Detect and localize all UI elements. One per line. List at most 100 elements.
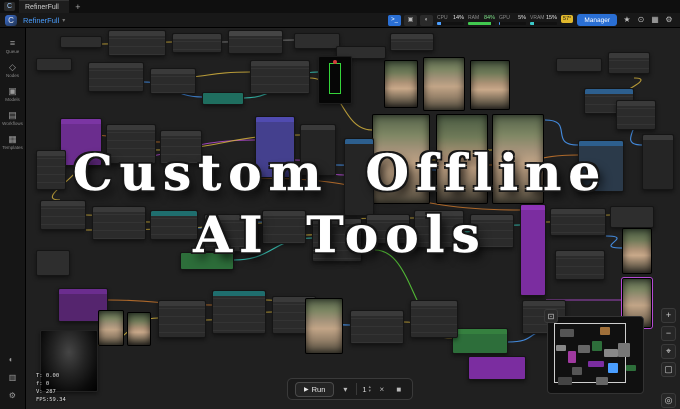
gallery-button[interactable]: ▣ [404, 14, 418, 26]
select-mode-button[interactable]: ▢ [661, 362, 676, 377]
graph-node[interactable] [172, 33, 222, 53]
image-preview-node[interactable] [127, 312, 151, 346]
node-header [256, 117, 294, 122]
sidebar-item-nodes[interactable]: ◇ Nodes [0, 58, 26, 82]
theme-button[interactable]: ◐ [420, 14, 434, 26]
zoom-out-button[interactable]: − [661, 326, 676, 341]
graph-node[interactable] [40, 200, 86, 230]
terminal-button[interactable]: >_ [388, 14, 402, 26]
graph-node[interactable] [344, 138, 374, 216]
graph-node[interactable] [88, 62, 144, 92]
workflow-tab[interactable]: RefinerFull [19, 0, 69, 13]
image-preview-node[interactable] [384, 60, 418, 108]
graph-node[interactable] [610, 206, 654, 228]
image-preview-node[interactable] [470, 60, 510, 110]
minimap[interactable]: ⊡ [544, 309, 644, 394]
image-preview-node[interactable] [436, 114, 488, 204]
manager-button[interactable]: Manager [577, 14, 617, 26]
graph-node[interactable] [212, 290, 266, 334]
graph-node[interactable] [106, 124, 156, 164]
node-header [617, 101, 655, 106]
image-preview-node[interactable] [622, 228, 652, 274]
image-preview-node[interactable] [492, 114, 544, 204]
image-preview-node[interactable] [372, 114, 430, 204]
graph-node[interactable] [202, 92, 244, 105]
node-header [173, 34, 221, 39]
graph-node[interactable] [160, 130, 202, 164]
graph-node[interactable] [204, 214, 258, 252]
toggle-links-button[interactable]: ◎ [661, 393, 676, 408]
run-button[interactable]: ▶ Run [295, 381, 335, 397]
graph-node[interactable] [578, 140, 624, 192]
zoom-in-button[interactable]: + [661, 308, 676, 323]
theme-toggle-icon[interactable]: ◐ [9, 355, 17, 365]
graph-node[interactable] [555, 250, 605, 280]
sidebar-bottom-icons: ◐ ▥ ⚙ [9, 355, 17, 409]
graph-node[interactable] [642, 134, 674, 190]
graph-node[interactable] [36, 150, 66, 190]
graph-node[interactable] [158, 300, 206, 338]
apps-icon[interactable]: ▦ [649, 14, 661, 26]
graph-node[interactable] [312, 218, 362, 262]
sidebar-item-models[interactable]: ▣ Models [0, 82, 26, 106]
image-preview-node[interactable] [98, 310, 124, 346]
image-preview-node[interactable] [305, 298, 343, 354]
pose-preview-node[interactable] [318, 56, 352, 104]
layout-icon[interactable]: ▥ [9, 373, 17, 383]
star-icon[interactable]: ★ [621, 14, 633, 26]
graph-node[interactable] [414, 210, 464, 248]
graph-node[interactable] [300, 124, 336, 176]
graph-node[interactable] [366, 214, 410, 244]
graph-node[interactable] [616, 100, 656, 130]
graph-node[interactable] [250, 60, 310, 94]
user-icon[interactable]: ⊙ [635, 14, 647, 26]
batch-count-stepper[interactable]: 1 ▴ ▾ [362, 384, 371, 393]
node-header [229, 31, 282, 36]
graph-node[interactable] [294, 33, 340, 49]
graph-node[interactable] [36, 58, 72, 71]
sidebar-item-templates[interactable]: ▦ Templates [0, 130, 26, 154]
stop-button[interactable]: ■ [393, 385, 405, 394]
stat-value: 84% [484, 15, 496, 21]
graph-node[interactable] [550, 208, 606, 236]
graph-node[interactable] [255, 116, 295, 178]
graph-node[interactable] [108, 30, 166, 56]
graph-node[interactable] [468, 356, 526, 380]
graph-node[interactable] [36, 250, 70, 276]
graph-node[interactable] [410, 300, 458, 338]
stat-bar-fill [437, 22, 441, 25]
minimap-expand-button[interactable]: ⊡ [544, 309, 558, 323]
comfy-logo-icon[interactable]: C [5, 14, 17, 26]
system-stats: CPU 14% RAM 84% GPU 5% VRAM 15% 57° [437, 15, 574, 25]
settings-icon[interactable]: ⚙ [663, 14, 675, 26]
graph-node[interactable] [150, 210, 198, 240]
sidebar-item-queue[interactable]: ≡ Queue [0, 34, 26, 58]
graph-node[interactable] [228, 30, 283, 54]
graph-node[interactable] [520, 204, 546, 296]
fit-view-button[interactable]: ⌖ [661, 344, 676, 359]
graph-node[interactable] [92, 206, 146, 240]
graph-node[interactable] [150, 68, 196, 94]
graph-node[interactable] [556, 58, 602, 72]
sidebar-item-workflows[interactable]: ▤ Workflows [0, 106, 26, 130]
graph-node[interactable] [262, 210, 306, 244]
settings-icon[interactable]: ⚙ [9, 391, 17, 401]
graph-node[interactable] [60, 36, 102, 48]
new-tab-button[interactable]: + [72, 1, 84, 12]
image-preview-node[interactable] [423, 57, 465, 111]
stepper-down-icon[interactable]: ▾ [369, 388, 371, 393]
clear-queue-button[interactable]: × [376, 385, 388, 394]
node-header [251, 61, 309, 66]
graph-node[interactable] [470, 214, 514, 248]
graph-node[interactable] [60, 118, 102, 166]
workflow-selector[interactable]: RefinerFull ▾ [23, 16, 65, 25]
graph-node[interactable] [390, 33, 434, 51]
graph-node[interactable] [350, 310, 404, 344]
run-options-button[interactable]: ▾ [339, 385, 351, 394]
minimap-node [588, 361, 604, 367]
graph-canvas[interactable]: T: 0.00 f: 0 V: 287 FPS:59.34 Custom Offlin… [0, 0, 680, 409]
graph-node[interactable] [180, 252, 234, 270]
graph-node[interactable] [452, 328, 508, 354]
graph-node[interactable] [608, 52, 650, 74]
sidebar-item-label: Models [5, 97, 20, 102]
